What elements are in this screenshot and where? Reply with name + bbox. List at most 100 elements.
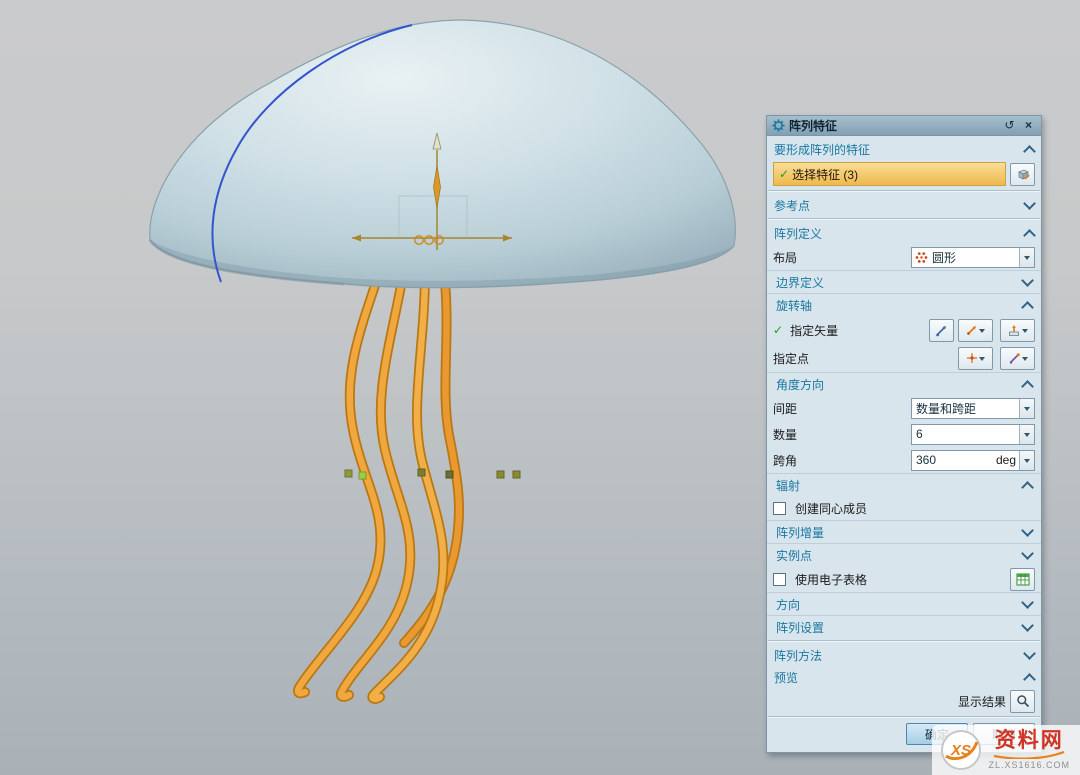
dialog-body: 要形成阵列的特征 ✓ 选择特征 (3) — [767, 136, 1041, 752]
vector-type-button[interactable] — [958, 319, 993, 342]
vector-icon — [966, 324, 978, 336]
chevron-down-icon — [1023, 647, 1036, 660]
dropdown-arrow-icon — [1022, 357, 1028, 364]
close-icon[interactable]: × — [1021, 118, 1036, 133]
section-reference-point[interactable]: 参考点 — [767, 194, 1041, 216]
spacing-label: 间距 — [773, 400, 907, 417]
section-pattern-settings[interactable]: 阵列设置 — [767, 615, 1041, 638]
spacing-row: 间距 数量和跨距 — [767, 395, 1041, 421]
separator — [768, 640, 1040, 642]
show-result-row: 显示结果 — [767, 688, 1041, 714]
section-pattern-increment[interactable]: 阵列增量 — [767, 520, 1041, 543]
layout-row: 布局 圆形 — [767, 244, 1041, 270]
section-instance-points[interactable]: 实例点 — [767, 543, 1041, 566]
dropdown-arrow-icon[interactable] — [1019, 248, 1034, 267]
swoosh-icon — [993, 751, 1065, 759]
jellyfish-tentacles[interactable] — [298, 262, 459, 699]
show-result-button[interactable] — [1010, 690, 1035, 713]
point-dialog-button[interactable] — [1000, 347, 1035, 370]
magnifier-icon — [1016, 694, 1030, 708]
count-value: 6 — [912, 427, 1019, 441]
spreadsheet-checkbox[interactable] — [773, 573, 786, 586]
section-rotation-axis[interactable]: 旋转轴 — [767, 293, 1041, 316]
point-type-button[interactable] — [958, 347, 993, 370]
layout-label: 布局 — [773, 249, 907, 266]
dropdown-arrow-icon[interactable] — [1019, 399, 1034, 418]
dropdown-arrow-icon — [979, 329, 985, 336]
specify-point-label: 指定点 — [773, 350, 954, 367]
chevron-down-icon — [1021, 596, 1034, 609]
layout-value: 圆形 — [928, 249, 1019, 266]
span-angle-input[interactable]: 360 deg — [911, 450, 1035, 471]
select-body-icon — [1016, 167, 1030, 181]
check-icon: ✓ — [773, 323, 783, 337]
section-orientation[interactable]: 方向 — [767, 592, 1041, 615]
chevron-up-icon — [1021, 380, 1034, 393]
select-feature-row: ✓ 选择特征 (3) — [767, 160, 1041, 188]
circular-layout-icon — [915, 251, 928, 264]
count-label: 数量 — [773, 426, 907, 443]
chevron-down-icon — [1021, 547, 1034, 560]
chevron-down-icon — [1021, 274, 1034, 287]
inferred-vector-icon — [935, 324, 948, 337]
concentric-row: 创建同心成员 — [767, 496, 1041, 520]
watermark: XS 资料网 ZL.XS1616.COM — [932, 725, 1080, 775]
point-dialog-icon — [1008, 352, 1021, 365]
chevron-up-icon — [1023, 145, 1036, 158]
spreadsheet-label: 使用电子表格 — [795, 571, 1006, 588]
vector-dialog-button[interactable] — [1000, 319, 1035, 342]
jellyfish-dome[interactable] — [150, 20, 736, 288]
feature-select-button[interactable] — [1010, 163, 1035, 186]
check-icon: ✓ — [779, 167, 789, 181]
dropdown-arrow-icon[interactable] — [1019, 451, 1034, 470]
span-angle-label: 跨角 — [773, 452, 907, 469]
section-boundary-definition[interactable]: 边界定义 — [767, 270, 1041, 293]
layout-dropdown[interactable]: 圆形 — [911, 247, 1035, 268]
point-icon — [966, 352, 978, 364]
vector-dialog-icon — [1008, 324, 1021, 337]
spacing-dropdown[interactable]: 数量和跨距 — [911, 398, 1035, 419]
chevron-up-icon — [1021, 301, 1034, 314]
section-features-to-pattern[interactable]: 要形成阵列的特征 — [767, 138, 1041, 160]
section-pattern-method[interactable]: 阵列方法 — [767, 644, 1041, 666]
concentric-label: 创建同心成员 — [795, 500, 1035, 517]
watermark-site-name: 资料网 — [995, 730, 1064, 751]
count-input[interactable]: 6 — [911, 424, 1035, 445]
specify-vector-row: ✓ 指定矢量 — [767, 316, 1041, 344]
spreadsheet-row: 使用电子表格 — [767, 566, 1041, 592]
span-angle-value: 360 — [912, 453, 993, 467]
spreadsheet-icon — [1016, 573, 1030, 586]
chevron-up-icon — [1023, 229, 1036, 242]
reset-icon[interactable]: ↺ — [1002, 118, 1017, 133]
show-result-label: 显示结果 — [958, 693, 1006, 710]
span-angle-row: 跨角 360 deg — [767, 447, 1041, 473]
section-pattern-definition[interactable]: 阵列定义 — [767, 222, 1041, 244]
select-feature-label: 选择特征 (3) — [792, 166, 858, 183]
concentric-checkbox[interactable] — [773, 502, 786, 515]
chevron-up-icon — [1023, 673, 1036, 686]
chevron-down-icon — [1021, 619, 1034, 632]
inferred-vector-button[interactable] — [929, 319, 954, 342]
dropdown-arrow-icon — [979, 357, 985, 364]
spacing-value: 数量和跨距 — [912, 400, 1019, 417]
dropdown-arrow-icon[interactable] — [1019, 425, 1034, 444]
section-preview[interactable]: 预览 — [767, 666, 1041, 688]
chevron-down-icon — [1021, 524, 1034, 537]
application-window: 阵列特征 ↺ × 要形成阵列的特征 ✓ 选择特征 (3) — [0, 0, 1080, 775]
separator — [768, 218, 1040, 220]
section-angle-direction[interactable]: 角度方向 — [767, 372, 1041, 395]
specify-point-row: 指定点 — [767, 344, 1041, 372]
pattern-feature-dialog: 阵列特征 ↺ × 要形成阵列的特征 ✓ 选择特征 (3) — [766, 115, 1042, 753]
spreadsheet-button[interactable] — [1010, 568, 1035, 591]
chevron-up-icon — [1021, 481, 1034, 494]
dropdown-arrow-icon — [1022, 329, 1028, 336]
unit-label: deg — [993, 453, 1019, 467]
gear-icon — [772, 119, 785, 132]
select-feature-field[interactable]: ✓ 选择特征 (3) — [773, 162, 1006, 186]
watermark-text: 资料网 ZL.XS1616.COM — [988, 730, 1070, 770]
chevron-down-icon — [1023, 197, 1036, 210]
separator — [768, 716, 1040, 718]
section-radiate[interactable]: 辐射 — [767, 473, 1041, 496]
dialog-title: 阵列特征 — [789, 117, 998, 134]
dialog-titlebar[interactable]: 阵列特征 ↺ × — [767, 116, 1041, 136]
